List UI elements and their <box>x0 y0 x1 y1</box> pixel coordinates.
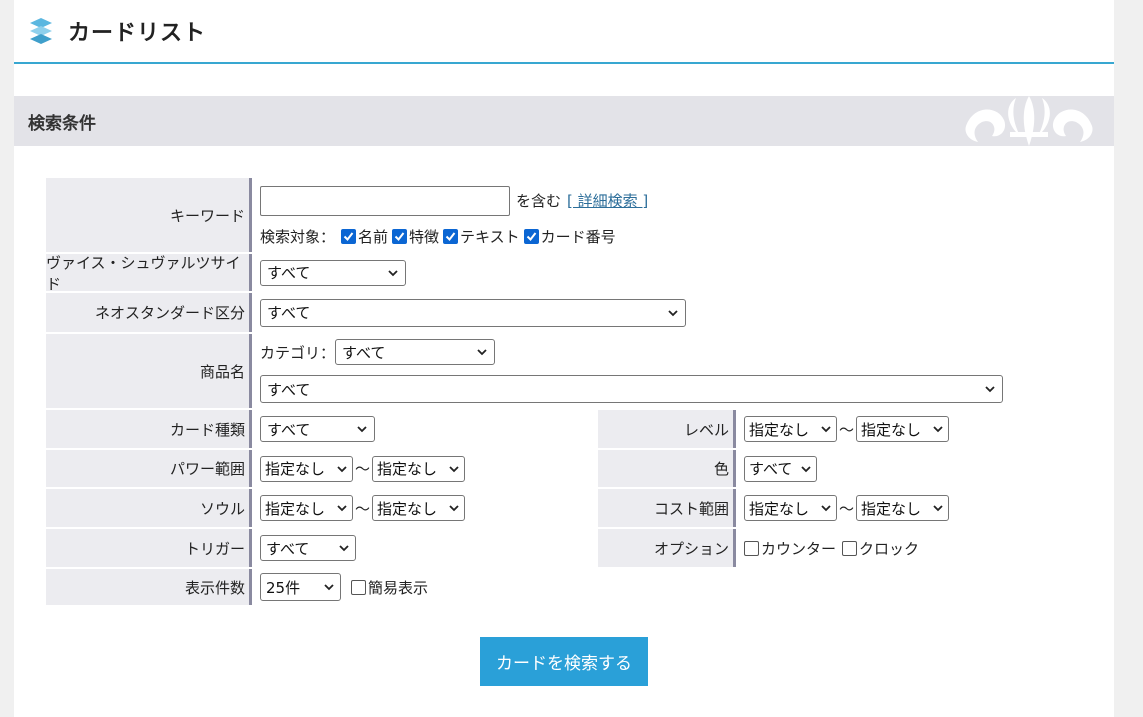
soul-to-select[interactable]: 指定なし <box>372 495 466 521</box>
level-tilde: ～ <box>839 420 855 439</box>
power-tilde: ～ <box>355 460 371 478</box>
side-select[interactable]: すべて <box>260 259 406 286</box>
logo-icon <box>30 18 52 44</box>
chevron-down-icon <box>668 309 678 316</box>
chevron-down-icon <box>357 426 367 433</box>
search-targets: 検索対象： 名前 特徴 テキスト カード番号 <box>260 226 620 247</box>
color-label: 色 <box>598 450 736 487</box>
simple-display-checkbox[interactable]: 簡易表示 <box>351 577 428 598</box>
page-header: カードリスト <box>14 0 1114 64</box>
check-icon <box>523 228 539 244</box>
chevron-down-icon <box>388 269 398 276</box>
chevron-down-icon <box>337 465 347 472</box>
target-text-checkbox[interactable]: テキスト <box>443 226 520 247</box>
fleur-ornament-icon <box>965 96 1093 146</box>
card-type-level-row: カード種類 すべて レベル 指定なし ～ 指定なし <box>46 410 1006 450</box>
display-count-select[interactable]: 25件 <box>260 573 341 601</box>
search-form: キーワード を含む [ 詳細検索 ] 検索対象： 名前 特徴 テキスト カード番… <box>46 178 1006 607</box>
level-from-select[interactable]: 指定なし <box>744 416 837 442</box>
power-from-select[interactable]: 指定なし <box>260 455 353 482</box>
keyword-label: キーワード <box>46 178 252 252</box>
trigger-select[interactable]: すべて <box>260 535 356 561</box>
chevron-down-icon <box>477 349 487 356</box>
power-label: パワー範囲 <box>46 450 252 487</box>
category-label: カテゴリ： <box>260 343 336 362</box>
chevron-down-icon <box>985 386 995 393</box>
cost-to-select[interactable]: 指定なし <box>856 495 950 521</box>
contains-text: を含む <box>516 192 562 210</box>
display-count-label: 表示件数 <box>46 569 252 605</box>
side-row: ヴァイス・シュヴァルツサイド すべて <box>46 254 1006 293</box>
product-row: 商品名 カテゴリ： すべて すべて <box>46 334 1006 410</box>
chevron-down-icon <box>933 426 943 433</box>
section-bar: 検索条件 <box>14 96 1114 146</box>
neo-standard-select[interactable]: すべて <box>260 298 686 327</box>
check-icon <box>341 228 357 244</box>
chevron-down-icon <box>339 545 349 552</box>
option-label: オプション <box>598 529 736 567</box>
soul-from-select[interactable]: 指定なし <box>260 495 353 521</box>
chevron-down-icon <box>449 465 459 472</box>
cost-from-select[interactable]: 指定なし <box>744 495 837 521</box>
page-title: カードリスト <box>68 21 207 46</box>
soul-tilde: ～ <box>355 499 371 518</box>
check-icon <box>392 228 408 244</box>
side-label: ヴァイス・シュヴァルツサイド <box>46 254 252 293</box>
chevron-down-icon <box>821 505 831 512</box>
product-select[interactable]: すべて <box>260 375 1003 403</box>
cost-tilde: ～ <box>839 499 855 518</box>
display-count-row: 表示件数 25件 簡易表示 <box>46 569 736 607</box>
page: カードリスト 検索条件 キーワード を含む [ 詳細検索 ] 検索対象： 名前 … <box>14 0 1114 717</box>
soul-cost-row: ソウル 指定なし ～ 指定なし コスト範囲 指定なし ～ 指定なし <box>46 489 1006 529</box>
chevron-down-icon <box>821 426 831 433</box>
neo-standard-row: ネオスタンダード区分 すべて <box>46 293 1006 334</box>
level-to-select[interactable]: 指定なし <box>856 416 950 442</box>
trigger-option-row: トリガー すべて オプション カウンター クロック <box>46 529 1006 569</box>
card-type-select[interactable]: すべて <box>260 416 375 442</box>
keyword-row: キーワード を含む [ 詳細検索 ] 検索対象： 名前 特徴 テキスト カード番… <box>46 178 1006 254</box>
product-label: 商品名 <box>46 334 252 408</box>
keyword-input[interactable] <box>260 185 510 216</box>
target-card-number-checkbox[interactable]: カード番号 <box>523 226 616 247</box>
power-to-select[interactable]: 指定なし <box>372 455 466 482</box>
color-select[interactable]: すべて <box>744 455 817 482</box>
chevron-down-icon <box>324 584 334 591</box>
chevron-down-icon <box>337 505 347 512</box>
chevron-down-icon <box>933 505 943 512</box>
chevron-down-icon <box>801 465 811 472</box>
power-color-row: パワー範囲 指定なし ～ 指定なし 色 すべて <box>46 450 1006 489</box>
chevron-down-icon <box>449 505 459 512</box>
clock-checkbox[interactable]: クロック <box>842 538 919 559</box>
cost-label: コスト範囲 <box>598 489 736 527</box>
level-label: レベル <box>598 410 736 448</box>
soul-label: ソウル <box>46 489 252 527</box>
counter-checkbox[interactable]: カウンター <box>744 538 836 559</box>
detail-search-link[interactable]: [ 詳細検索 ] <box>567 190 648 211</box>
card-type-label: カード種類 <box>46 410 252 448</box>
section-title: 検索条件 <box>28 114 96 134</box>
search-target-label: 検索対象： <box>260 227 336 246</box>
trigger-label: トリガー <box>46 529 252 567</box>
target-feature-checkbox[interactable]: 特徴 <box>392 226 439 247</box>
category-select[interactable]: すべて <box>335 339 496 365</box>
target-name-checkbox[interactable]: 名前 <box>341 226 388 247</box>
check-icon <box>443 228 459 244</box>
neo-standard-label: ネオスタンダード区分 <box>46 293 252 332</box>
search-cards-button[interactable]: カードを検索する <box>480 637 648 686</box>
